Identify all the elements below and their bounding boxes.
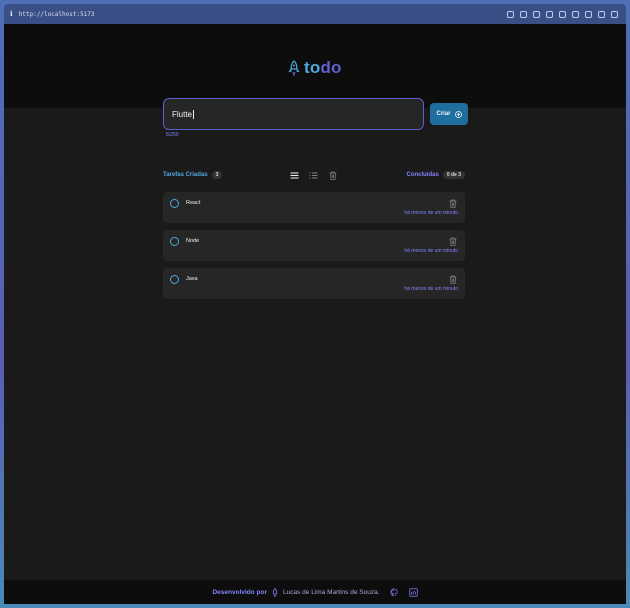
author-name: Lucas de Lima Martins de Souza.: [283, 588, 380, 596]
view-controls: [289, 170, 338, 181]
trash-icon[interactable]: [449, 199, 457, 208]
browser-tools: [507, 10, 618, 18]
task-stats: Tarefas Criadas 3 Concluídas 0 de 3: [163, 171, 465, 181]
done-label: Concluídas: [406, 172, 439, 178]
app-root: todo Flutte Criar 6/250 Tarefas Criadas …: [4, 24, 626, 604]
linkedin-icon[interactable]: [408, 587, 418, 597]
task-name: Java: [186, 276, 198, 282]
logo-text-do: do: [320, 58, 342, 77]
task-checkbox[interactable]: [170, 199, 179, 208]
plus-circle-icon: [454, 110, 462, 118]
done-count-badge: 0 de 3: [442, 171, 465, 179]
task-input-value: Flutte: [172, 109, 193, 119]
footer: Desenvolvido por Lucas de Lima Martins d…: [4, 580, 626, 604]
trash-icon: [329, 171, 336, 180]
task-item: Java há menos de um minuto: [163, 268, 465, 299]
task-time: há menos de um minuto: [404, 286, 458, 292]
logo-text-to: to: [304, 58, 321, 77]
split-view-icon[interactable]: [598, 10, 605, 18]
task-item: React há menos de um minuto: [163, 192, 465, 223]
rocket-icon: [272, 587, 278, 597]
logo: todo: [288, 58, 342, 78]
github-icon[interactable]: [389, 587, 399, 597]
task-checkbox[interactable]: [170, 237, 179, 246]
reader-icon[interactable]: [533, 10, 540, 18]
browser-toolbar: ℹ http://localhost:5173: [4, 4, 626, 24]
sidebar-icon[interactable]: [611, 10, 618, 18]
link-icon[interactable]: [507, 10, 514, 18]
info-icon[interactable]: ℹ: [10, 10, 13, 18]
window-frame: ℹ http://localhost:5173 todo Flutte Cria…: [0, 0, 630, 608]
checklist-icon: [309, 172, 318, 179]
task-list: React há menos de um minuto Node há meno…: [163, 192, 465, 306]
done-stat: Concluídas 0 de 3: [406, 171, 465, 179]
task-name: React: [186, 200, 201, 206]
created-count-badge: 3: [211, 171, 223, 179]
translate-icon[interactable]: [585, 10, 592, 18]
task-checkbox[interactable]: [170, 275, 179, 284]
rocket-icon: [288, 60, 300, 76]
checklist-view-button[interactable]: [308, 170, 319, 181]
create-button-label: Criar: [436, 111, 451, 117]
clear-tasks-button[interactable]: [327, 170, 338, 181]
list-icon: [290, 172, 299, 179]
created-stat: Tarefas Criadas 3: [163, 171, 223, 179]
task-item: Node há menos de um minuto: [163, 230, 465, 261]
new-task-form: Flutte Criar: [163, 98, 468, 130]
task-input[interactable]: Flutte: [163, 98, 424, 130]
trash-icon[interactable]: [449, 237, 457, 246]
trash-icon[interactable]: [449, 275, 457, 284]
screenshot-icon[interactable]: [520, 10, 527, 18]
task-name: Node: [186, 238, 200, 244]
list-view-button[interactable]: [289, 170, 300, 181]
address-bar[interactable]: http://localhost:5173: [19, 11, 95, 18]
text-caret: [193, 109, 195, 119]
target-icon[interactable]: [559, 10, 566, 18]
task-time: há menos de um minuto: [404, 210, 458, 216]
task-time: há menos de um minuto: [404, 248, 458, 254]
logo-text: todo: [304, 58, 342, 78]
header: todo: [4, 24, 626, 108]
char-counter: 6/250: [166, 132, 179, 138]
create-button[interactable]: Criar: [430, 103, 468, 125]
settings-icon[interactable]: [546, 10, 553, 18]
developed-by-label: Desenvolvido por: [212, 588, 268, 596]
code-icon[interactable]: [572, 10, 579, 18]
created-label: Tarefas Criadas: [163, 172, 208, 178]
